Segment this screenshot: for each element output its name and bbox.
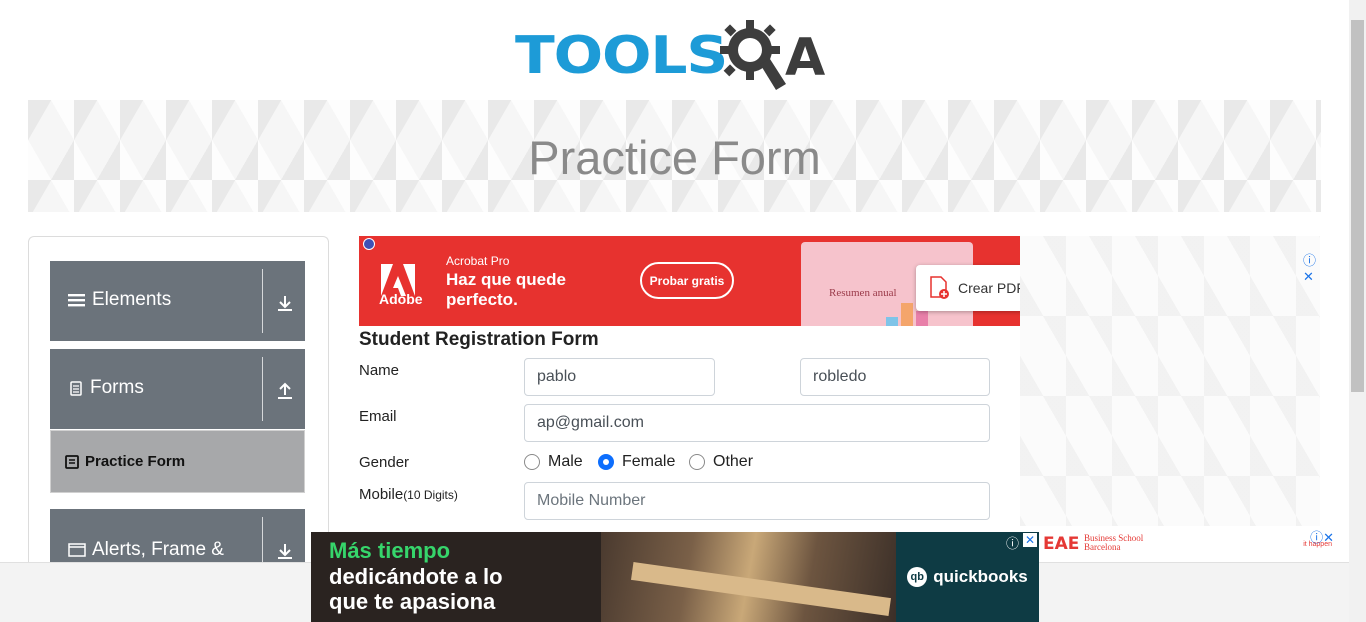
sidebar-group-label: Alerts, Frame & — [68, 539, 224, 561]
close-icon[interactable]: ✕ — [1023, 533, 1037, 547]
ad-line-2: que te apasiona — [329, 589, 496, 614]
mobile-label-text: Mobile — [359, 486, 404, 503]
sidebar-group-label: Elements — [68, 289, 171, 311]
window-icon — [68, 543, 86, 557]
ad-popup: Crear PDF — [916, 265, 1020, 311]
radio-button[interactable] — [689, 454, 705, 470]
ad-card-text: Resumen anual — [829, 287, 897, 299]
first-name-input[interactable]: pablo — [524, 358, 715, 396]
arrow-up-icon — [278, 382, 292, 399]
sidebar: Elements Forms Practice Form Alerts, Fra… — [28, 236, 329, 576]
ad-cta-button[interactable]: Probar gratis — [640, 262, 734, 299]
form-title: Student Registration Form — [359, 329, 599, 350]
name-label: Name — [359, 362, 400, 379]
adchoices-icon[interactable]: ⓘ ✕ — [1303, 250, 1320, 285]
right-ad[interactable]: ⓘ ✕ — [1020, 236, 1320, 526]
gender-label: Gender — [359, 454, 410, 471]
document-icon — [70, 381, 82, 396]
arrow-down-icon — [278, 296, 292, 311]
adchoices-icon[interactable]: ⓘ✕ — [1310, 527, 1334, 546]
ad-line-1: dedicándote a lo — [329, 564, 503, 589]
radio-label: Other — [713, 453, 754, 470]
eae-sub: Business School Barcelona — [1084, 533, 1144, 552]
menu-icon — [68, 294, 85, 307]
ad-headline: Haz que quede perfecto. — [446, 270, 566, 309]
email-input[interactable]: ap@gmail.com — [524, 404, 990, 442]
gender-radio-male[interactable]: Male — [524, 453, 583, 471]
radio-label: Male — [548, 453, 583, 470]
divider — [262, 269, 263, 333]
mobile-input[interactable]: Mobile Number — [524, 482, 990, 520]
mobile-label: Mobile(10 Digits) — [359, 486, 458, 503]
last-name-input[interactable]: robledo — [800, 358, 990, 396]
pdf-add-icon — [930, 276, 949, 299]
gender-radio-female[interactable]: Female — [598, 453, 675, 471]
page-banner: Practice Form — [28, 100, 1321, 212]
radio-label: Female — [622, 453, 676, 470]
sidebar-group-alerts-label: Alerts, Frame & — [92, 539, 224, 560]
eae-logo: EAE — [1043, 534, 1080, 554]
ad-popup-text: Crear PDF — [958, 280, 1020, 296]
eae-ad[interactable]: EAE Business School Barcelona it happen … — [1040, 530, 1336, 561]
mobile-hint: (10 Digits) — [403, 488, 458, 502]
radio-button[interactable] — [524, 454, 540, 470]
quickbooks-icon: qb — [907, 567, 928, 587]
ad-photo — [601, 532, 896, 622]
gear-magnifier-icon — [720, 20, 786, 90]
ad-photo-plank — [631, 561, 891, 617]
quickbooks-brand: quickbooks — [933, 567, 1028, 586]
adobe-name: Adobe — [379, 291, 423, 307]
radio-button-selected[interactable] — [598, 454, 614, 470]
sidebar-group-label: Forms — [68, 377, 144, 399]
sidebar-item-label: Practice Form — [85, 453, 186, 470]
email-label: Email — [359, 408, 397, 425]
logo-text: TOOLS — [515, 26, 728, 86]
arrow-down-icon — [278, 544, 292, 559]
page: TOOLS A Practice Form Elements Forms Pra… — [0, 0, 1366, 622]
sidebar-item-practice-form[interactable]: Practice Form — [50, 430, 305, 493]
sidebar-group-forms-label: Forms — [90, 377, 144, 398]
ad-brand: Acrobat Pro — [446, 254, 510, 268]
sidebar-group-forms[interactable]: Forms — [50, 349, 305, 429]
quickbooks-ad[interactable]: Más tiempo dedicándote a lo que te apasi… — [311, 532, 1039, 622]
adobe-ad[interactable]: Adobe Acrobat Pro Haz que quede perfecto… — [359, 236, 1020, 326]
divider — [262, 357, 263, 421]
ad-badge-icon — [363, 238, 375, 250]
ad-headline-white: dedicándote a lo que te apasiona — [329, 564, 503, 614]
scrollbar[interactable] — [1349, 0, 1366, 622]
page-title: Practice Form — [528, 131, 821, 184]
sidebar-group-elements-label: Elements — [92, 289, 172, 310]
form-icon — [65, 454, 79, 469]
logo-letter-a: A — [785, 28, 826, 88]
adchoices-icon[interactable]: ⓘ — [1006, 533, 1019, 552]
gender-radio-other[interactable]: Other — [689, 453, 753, 471]
ad-headline-green: Más tiempo — [329, 538, 451, 563]
sidebar-group-elements[interactable]: Elements — [50, 261, 305, 341]
scrollbar-thumb[interactable] — [1351, 20, 1364, 392]
toolsqa-logo[interactable]: TOOLS A — [515, 14, 840, 92]
